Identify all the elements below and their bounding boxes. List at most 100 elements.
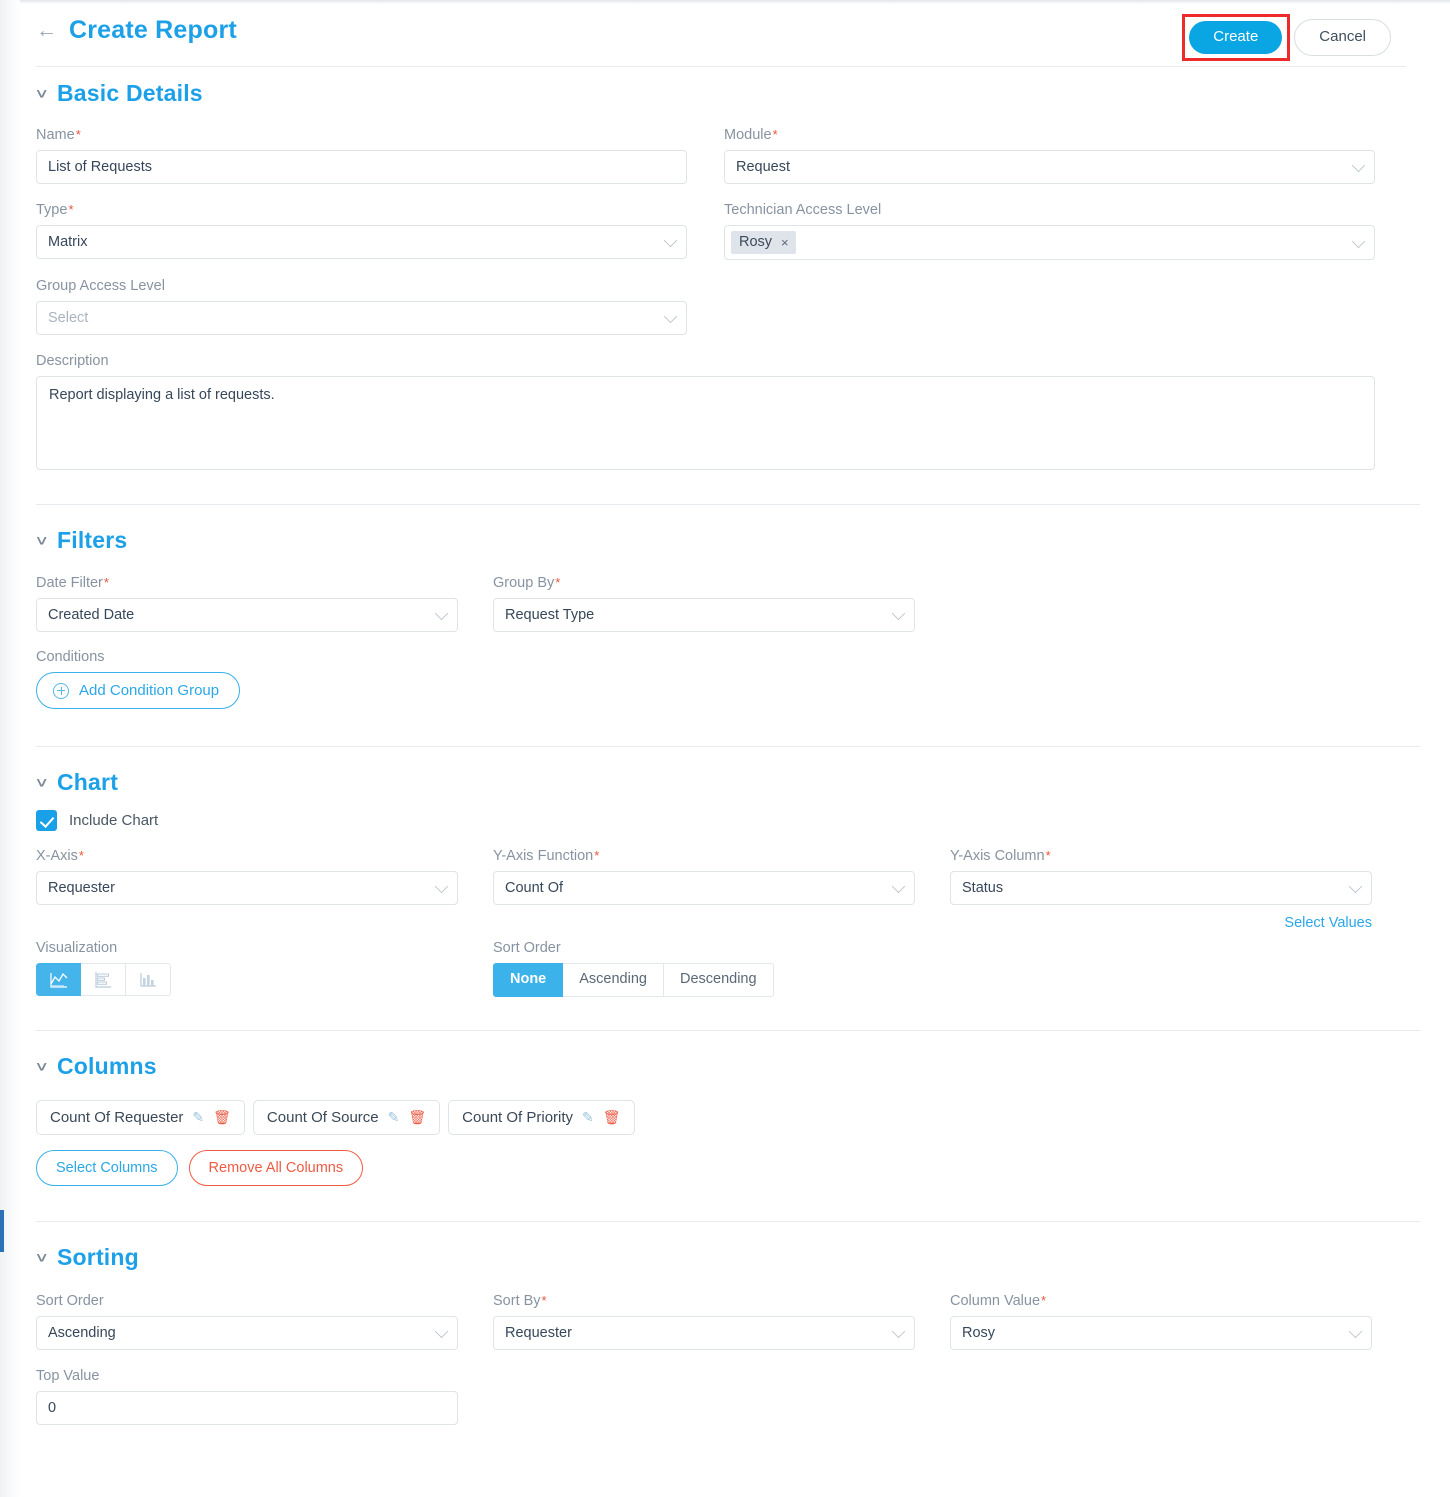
sort-order-option-ascending[interactable]: Ascending (563, 963, 664, 997)
module-select[interactable]: Request (724, 150, 1375, 184)
chevron-down-icon[interactable]: ∨ (34, 1251, 49, 1264)
required-marker: * (78, 848, 84, 863)
chevron-down-icon[interactable]: ∨ (34, 1060, 49, 1073)
label-x-axis: X-Axis * (36, 848, 84, 864)
visualization-button-group (36, 963, 171, 996)
cancel-button[interactable]: Cancel (1294, 19, 1391, 56)
group-access-level-select[interactable]: Select (36, 301, 687, 335)
select-columns-button[interactable]: Select Columns (36, 1149, 178, 1186)
date-filter-select[interactable]: Created Date (36, 598, 458, 632)
basic-row-2: Type * Matrix Technician Access Level Ros… (36, 202, 1420, 260)
pencil-icon[interactable]: ✎ (388, 1109, 400, 1126)
header-actions: Create Cancel (1182, 14, 1391, 61)
page-right-gutter (1436, 0, 1450, 1497)
column-value-select[interactable]: Rosy (950, 1315, 1372, 1350)
visualization-line-chart-button[interactable] (36, 963, 81, 996)
sorting-row-2: Top Value 0 (36, 1368, 1420, 1425)
chevron-down-icon (1348, 879, 1363, 894)
technician-access-level-select[interactable]: Rosy × (724, 225, 1375, 260)
sorting-header[interactable]: ∨ Sorting (34, 1222, 1420, 1279)
y-axis-column-select[interactable]: Status (950, 871, 1372, 905)
label-y-axis-function: Y-Axis Function * (493, 848, 600, 864)
sort-order-select[interactable]: Ascending (36, 1315, 458, 1350)
top-value-input[interactable]: 0 (36, 1390, 458, 1425)
required-marker: * (103, 575, 109, 590)
field-top-value: Top Value 0 (36, 1368, 458, 1425)
group-by-select[interactable]: Request Type (493, 598, 915, 632)
chevron-down-icon[interactable]: ∨ (34, 776, 49, 789)
create-button-highlight-box: Create (1182, 14, 1291, 61)
columns-header[interactable]: ∨ Columns (34, 1031, 1420, 1088)
page-left-gutter (0, 0, 20, 1497)
y-axis-function-select[interactable]: Count Of (493, 871, 915, 905)
visualization-vertical-bar-button[interactable] (126, 963, 171, 996)
select-values-link[interactable]: Select Values (950, 915, 1372, 931)
sort-by-select[interactable]: Requester (493, 1315, 915, 1350)
selected-columns-list: Count Of Requester ✎ 🗑 Count Of Source ✎… (36, 1099, 1420, 1135)
label-conditions: Conditions (36, 649, 105, 665)
label-group-by: Group By * (493, 575, 561, 591)
chevron-down-icon (891, 879, 906, 894)
field-sort-by: Sort By * Requester (493, 1293, 915, 1350)
type-select[interactable]: Matrix (36, 225, 687, 259)
trash-icon[interactable]: 🗑 (408, 1109, 426, 1126)
chevron-down-icon (434, 606, 449, 621)
filters-row-1: Date Filter * Created Date Group By * Requ… (36, 575, 1420, 632)
create-button[interactable]: Create (1189, 21, 1283, 54)
description-textarea-value: Report displaying a list of requests. (49, 387, 275, 403)
left-scroll-accent-bar (0, 1210, 4, 1252)
add-condition-group-button[interactable]: Add Condition Group (36, 672, 241, 709)
description-textarea[interactable]: Report displaying a list of requests. (36, 376, 1375, 470)
chevron-down-icon[interactable]: ∨ (34, 534, 49, 547)
required-marker: * (555, 575, 561, 590)
field-chart-sort-order: Sort Order None Ascending Descending (493, 940, 915, 997)
include-chart-row: Include Chart (36, 810, 1420, 831)
field-technician-access-level: Technician Access Level Rosy × (724, 202, 1375, 260)
label-description: Description (36, 353, 109, 369)
sort-order-option-none[interactable]: None (493, 963, 564, 997)
field-name: Name * List of Requests (36, 127, 687, 184)
basic-row-4: Description Report displaying a list of … (36, 353, 1420, 470)
basic-details-header[interactable]: ∨ Basic Details (34, 58, 1420, 115)
trash-icon[interactable]: 🗑 (213, 1109, 231, 1126)
x-axis-select[interactable]: Requester (36, 871, 458, 905)
column-chip: Count Of Priority ✎ 🗑 (448, 1099, 635, 1135)
chevron-down-icon[interactable]: ∨ (34, 87, 49, 100)
field-sort-order: Sort Order Ascending (36, 1293, 458, 1350)
field-y-axis-function: Y-Axis Function * Count Of (493, 848, 915, 931)
label-column-value: Column Value * (950, 1292, 1047, 1309)
section-title-filters: Filters (57, 527, 128, 553)
section-title-basic-details: Basic Details (57, 80, 203, 106)
visualization-horizontal-bar-button[interactable] (81, 963, 126, 996)
field-x-axis: X-Axis * Requester (36, 848, 458, 931)
filters-header[interactable]: ∨ Filters (34, 505, 1420, 562)
pencil-icon[interactable]: ✎ (192, 1109, 204, 1126)
label-top-value: Top Value (36, 1367, 100, 1384)
column-chip-label: Count Of Source (266, 1108, 379, 1126)
section-filters: ∨ Filters Date Filter * Created Date Grou… (20, 505, 1436, 746)
field-group-by: Group By * Request Type (493, 575, 915, 632)
label-group-access-level: Group Access Level (36, 278, 165, 294)
column-chip: Count Of Source ✎ 🗑 (252, 1099, 441, 1135)
chart-header[interactable]: ∨ Chart (34, 747, 1420, 804)
sort-by-value: Requester (505, 1324, 572, 1341)
technician-access-token: Rosy × (731, 231, 796, 254)
conditions-block: Conditions Add Condition Group (36, 649, 1420, 709)
technician-access-token-label: Rosy (739, 234, 773, 250)
chevron-down-icon (891, 606, 906, 621)
include-chart-label: Include Chart (69, 812, 159, 829)
module-select-value: Request (736, 159, 791, 175)
close-icon[interactable]: × (781, 235, 789, 250)
trash-icon[interactable]: 🗑 (603, 1109, 621, 1126)
name-input[interactable]: List of Requests (36, 150, 687, 184)
section-columns: ∨ Columns Count Of Requester ✎ 🗑 Count O… (20, 1031, 1436, 1221)
pencil-icon[interactable]: ✎ (582, 1109, 594, 1126)
sorting-row-1: Sort Order Ascending Sort By * Requester … (36, 1293, 1420, 1350)
sort-order-option-descending[interactable]: Descending (663, 963, 774, 997)
label-module: Module * (724, 127, 778, 143)
include-chart-checkbox[interactable] (36, 810, 57, 831)
field-module: Module * Request (724, 127, 1375, 184)
section-chart: ∨ Chart Include Chart X-Axis * Requester … (20, 747, 1436, 1030)
remove-all-columns-button[interactable]: Remove All Columns (188, 1149, 364, 1186)
arrow-left-icon[interactable]: ← (36, 20, 58, 41)
